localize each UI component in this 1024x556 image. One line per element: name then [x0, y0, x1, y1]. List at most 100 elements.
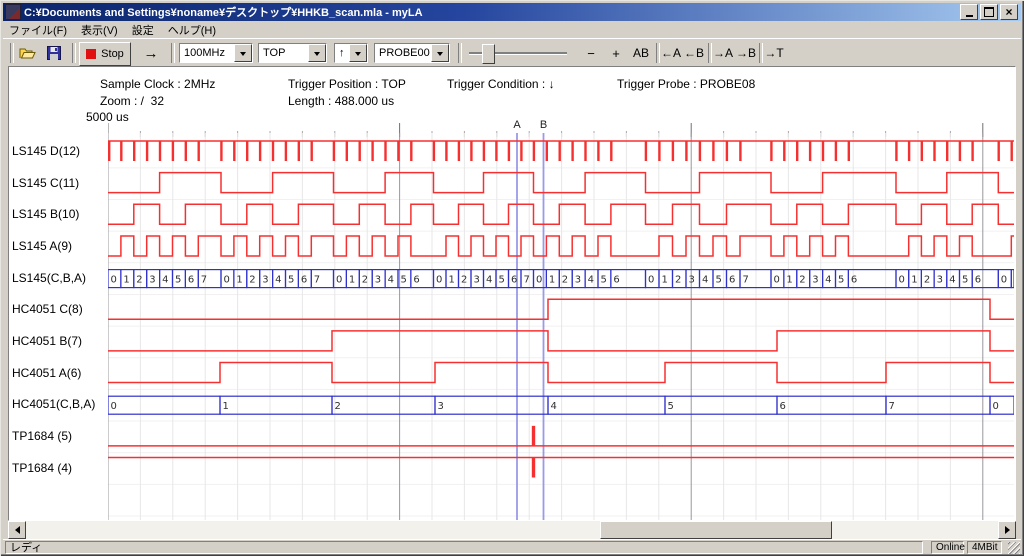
trigger-edge-combo[interactable]: ↑ — [334, 43, 368, 63]
svg-text:6: 6 — [511, 274, 517, 285]
svg-text:6: 6 — [301, 274, 307, 285]
stop-icon — [86, 49, 96, 59]
svg-text:7: 7 — [201, 274, 207, 285]
titlebar[interactable]: C:¥Documents and Settings¥noname¥デスクトップ¥… — [3, 3, 1021, 21]
svg-text:4: 4 — [588, 274, 594, 285]
svg-text:6: 6 — [729, 274, 735, 285]
svg-text:4: 4 — [388, 274, 394, 285]
svg-text:3: 3 — [149, 274, 155, 285]
waveform-plot[interactable]: 0123456701234567012345601234567012345601… — [108, 118, 1014, 520]
svg-text:1: 1 — [123, 274, 129, 285]
floppy-disk-icon — [47, 46, 61, 60]
zoom-in-button[interactable]: + — [604, 43, 628, 63]
svg-text:3: 3 — [262, 274, 268, 285]
svg-text:5: 5 — [838, 274, 844, 285]
svg-text:5: 5 — [401, 274, 407, 285]
sample-clock-info: Sample Clock : 2MHz — [100, 77, 215, 91]
close-button[interactable]: × — [1000, 4, 1018, 20]
statusbar: レディ Online 4MBit — [3, 539, 1021, 555]
svg-text:2: 2 — [249, 274, 255, 285]
run-button[interactable]: → — [137, 43, 165, 63]
minimize-icon — [966, 15, 973, 17]
svg-text:6: 6 — [851, 274, 857, 285]
open-folder-icon — [19, 46, 37, 60]
menu-help[interactable]: ヘルプ(H) — [162, 20, 224, 40]
svg-text:0: 0 — [899, 274, 905, 285]
minimize-button[interactable] — [960, 4, 978, 20]
svg-text:1: 1 — [223, 401, 229, 412]
svg-text:1: 1 — [662, 274, 668, 285]
svg-text:2: 2 — [136, 274, 142, 285]
svg-text:7: 7 — [743, 274, 749, 285]
dropdown-arrow-icon[interactable] — [308, 44, 326, 62]
svg-text:3: 3 — [375, 274, 381, 285]
stop-button[interactable]: Stop — [79, 42, 131, 66]
run-arrow-icon: → — [144, 45, 159, 62]
app-window: C:¥Documents and Settings¥noname¥デスクトップ¥… — [0, 0, 1024, 556]
zoom-ab-button[interactable]: AB — [627, 43, 655, 63]
svg-text:4: 4 — [949, 274, 955, 285]
svg-text:5: 5 — [499, 274, 505, 285]
svg-text:2: 2 — [799, 274, 805, 285]
app-icon — [5, 4, 21, 20]
zoom-slider[interactable] — [469, 43, 567, 63]
svg-text:6: 6 — [975, 274, 981, 285]
svg-text:4: 4 — [551, 401, 557, 412]
dropdown-arrow-icon[interactable] — [349, 44, 367, 62]
maximize-button[interactable] — [980, 4, 998, 20]
svg-text:4: 4 — [275, 274, 281, 285]
svg-text:1: 1 — [236, 274, 242, 285]
save-button[interactable] — [42, 43, 66, 63]
slider-thumb[interactable] — [482, 44, 495, 64]
scrollbar-thumb[interactable] — [600, 521, 832, 539]
svg-text:4: 4 — [162, 274, 168, 285]
svg-text:0: 0 — [111, 401, 117, 412]
dropdown-arrow-icon[interactable] — [234, 44, 252, 62]
sample-clock-combo[interactable]: 100MHz — [179, 43, 253, 63]
zoom-out-button[interactable]: − — [579, 43, 603, 63]
svg-text:3: 3 — [812, 274, 818, 285]
svg-text:2: 2 — [675, 274, 681, 285]
scroll-right-button[interactable] — [998, 521, 1016, 539]
set-marker-a-button[interactable]: →A — [711, 43, 735, 63]
dropdown-arrow-icon[interactable] — [431, 44, 449, 62]
svg-text:3: 3 — [474, 274, 480, 285]
svg-text:2: 2 — [335, 401, 341, 412]
goto-trigger-button[interactable]: →T — [762, 43, 786, 63]
menu-file[interactable]: ファイル(F) — [3, 20, 75, 40]
svg-text:1: 1 — [449, 274, 455, 285]
horizontal-scrollbar[interactable] — [8, 521, 1016, 539]
scroll-left-button[interactable] — [8, 521, 26, 539]
svg-text:7: 7 — [314, 274, 320, 285]
trigger-position-combo[interactable]: TOP — [258, 43, 327, 63]
goto-marker-b-button[interactable]: ←B — [682, 43, 706, 63]
svg-text:0: 0 — [436, 274, 442, 285]
menu-settings[interactable]: 設定 — [126, 20, 162, 40]
svg-text:1: 1 — [549, 274, 555, 285]
svg-text:0: 0 — [111, 274, 117, 285]
resize-grip[interactable] — [1008, 542, 1020, 554]
memory-indicator: 4MBit — [967, 541, 1002, 554]
scroll-left-icon — [11, 526, 20, 534]
trigger-position-info: Trigger Position : TOP — [288, 77, 406, 91]
toolbar-separator — [72, 43, 76, 63]
trigger-probe-combo[interactable]: PROBE00 — [374, 43, 450, 63]
open-button[interactable] — [16, 43, 40, 63]
svg-text:5: 5 — [601, 274, 607, 285]
svg-text:6: 6 — [613, 274, 619, 285]
length-info: Length : 488.000 us — [288, 94, 394, 108]
zoom-info: Zoom : / 32 — [100, 94, 164, 108]
scroll-right-icon — [1005, 526, 1014, 534]
svg-text:6: 6 — [780, 401, 786, 412]
svg-text:1: 1 — [349, 274, 355, 285]
goto-marker-a-button[interactable]: ←A — [659, 43, 683, 63]
toolbar-grip — [458, 43, 462, 63]
svg-text:5: 5 — [716, 274, 722, 285]
set-marker-b-button[interactable]: →B — [734, 43, 758, 63]
toolbar-grip — [10, 43, 14, 63]
svg-text:1: 1 — [786, 274, 792, 285]
svg-text:2: 2 — [461, 274, 467, 285]
toolbar: Stop → 100MHz TOP ↑ PROBE00 − + AB ←A — [3, 38, 1021, 67]
svg-text:6: 6 — [188, 274, 194, 285]
menu-view[interactable]: 表示(V) — [75, 20, 126, 40]
